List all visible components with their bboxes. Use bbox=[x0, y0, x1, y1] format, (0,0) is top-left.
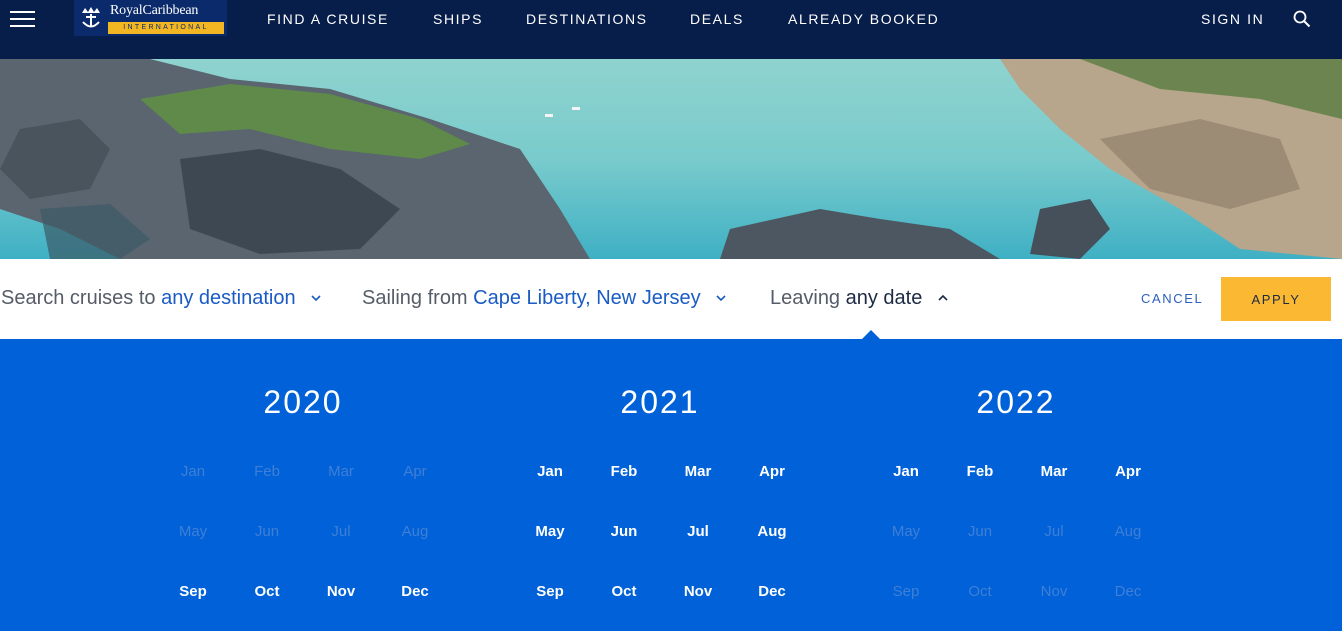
month-apr-2021[interactable]: Apr bbox=[742, 463, 802, 480]
month-dec-2020[interactable]: Dec bbox=[385, 583, 445, 600]
brand-name: RoyalCaribbean bbox=[110, 3, 199, 18]
month-sep-2020[interactable]: Sep bbox=[163, 583, 223, 600]
nav-destinations[interactable]: DESTINATIONS bbox=[526, 11, 648, 27]
nav-already-booked[interactable]: ALREADY BOOKED bbox=[788, 11, 939, 27]
month-mar-2021[interactable]: Mar bbox=[668, 463, 728, 480]
month-apr-2020: Apr bbox=[403, 463, 427, 480]
month-may-2022: May bbox=[891, 523, 921, 540]
month-feb-2020: Feb bbox=[254, 463, 280, 480]
crown-anchor-icon bbox=[74, 0, 108, 36]
destination-value: any destination bbox=[161, 287, 296, 309]
port-value: Cape Liberty, New Jersey bbox=[473, 287, 701, 309]
month-jan-2021[interactable]: Jan bbox=[520, 463, 580, 480]
month-nov-2021[interactable]: Nov bbox=[668, 583, 728, 600]
year-title: 2021 bbox=[620, 384, 700, 420]
chevron-down-icon bbox=[311, 295, 321, 301]
month-oct-2020[interactable]: Oct bbox=[237, 583, 297, 600]
cancel-button[interactable]: CANCEL bbox=[1141, 291, 1203, 306]
departure-port-filter[interactable]: Sailing from Cape Liberty, New Jersey bbox=[362, 287, 726, 310]
month-apr-2022[interactable]: Apr bbox=[1098, 463, 1158, 480]
chevron-down-icon bbox=[716, 295, 726, 301]
hero-image bbox=[0, 59, 1342, 259]
month-jan-2020: Jan bbox=[180, 463, 206, 480]
nav-deals[interactable]: DEALS bbox=[690, 11, 744, 27]
month-sep-2021[interactable]: Sep bbox=[520, 583, 580, 600]
month-picker: 2020 Jan Feb Mar Apr May Jun Jul Aug Sep Oct Nov Dec… bbox=[0, 339, 1342, 631]
month-nov-2020[interactable]: Nov bbox=[311, 583, 371, 600]
month-may-2021[interactable]: May bbox=[520, 523, 580, 540]
month-feb-2021[interactable]: Feb bbox=[594, 463, 654, 480]
month-jun-2020: Jun bbox=[254, 523, 280, 540]
month-jul-2022: Jul bbox=[1044, 523, 1064, 540]
search-icon[interactable] bbox=[1293, 10, 1311, 28]
sign-in-link[interactable]: SIGN IN bbox=[1201, 11, 1264, 27]
month-oct-2021[interactable]: Oct bbox=[594, 583, 654, 600]
top-navigation: RoyalCaribbean INTERNATIONAL FIND A CRUI… bbox=[0, 0, 1342, 59]
year-title: 2020 bbox=[263, 384, 343, 420]
month-jul-2021[interactable]: Jul bbox=[668, 523, 728, 540]
month-jan-2022[interactable]: Jan bbox=[876, 463, 936, 480]
date-filter[interactable]: Leaving any date bbox=[770, 287, 948, 310]
month-dec-2021[interactable]: Dec bbox=[742, 583, 802, 600]
month-jul-2020: Jul bbox=[331, 523, 351, 540]
month-mar-2022[interactable]: Mar bbox=[1024, 463, 1084, 480]
apply-button[interactable]: APPLY bbox=[1221, 277, 1331, 321]
brand-subtitle: INTERNATIONAL bbox=[108, 22, 224, 34]
nav-find-a-cruise[interactable]: FIND A CRUISE bbox=[267, 11, 389, 27]
destination-prefix: Search cruises to bbox=[1, 287, 156, 309]
chevron-up-icon bbox=[938, 295, 948, 301]
month-sep-2022: Sep bbox=[892, 583, 920, 600]
date-value: any date bbox=[845, 287, 923, 309]
month-feb-2022[interactable]: Feb bbox=[950, 463, 1010, 480]
nav-ships[interactable]: SHIPS bbox=[433, 11, 483, 27]
port-prefix: Sailing from bbox=[362, 287, 468, 309]
month-aug-2021[interactable]: Aug bbox=[742, 523, 802, 540]
month-jun-2021[interactable]: Jun bbox=[594, 523, 654, 540]
search-filter-bar: Search cruises to any destination Sailin… bbox=[0, 259, 1342, 339]
month-nov-2022: Nov bbox=[1040, 583, 1068, 600]
month-jun-2022: Jun bbox=[967, 523, 993, 540]
month-aug-2022: Aug bbox=[1114, 523, 1142, 540]
year-title: 2022 bbox=[976, 384, 1056, 420]
destination-filter[interactable]: Search cruises to any destination bbox=[1, 287, 321, 310]
month-dec-2022: Dec bbox=[1114, 583, 1142, 600]
month-may-2020: May bbox=[178, 523, 208, 540]
menu-icon[interactable] bbox=[10, 11, 35, 27]
date-prefix: Leaving bbox=[770, 287, 841, 309]
dropdown-pointer bbox=[862, 330, 880, 339]
brand-logo[interactable]: RoyalCaribbean INTERNATIONAL bbox=[74, 0, 227, 36]
month-mar-2020: Mar bbox=[328, 463, 354, 480]
month-oct-2022: Oct bbox=[968, 583, 992, 600]
month-aug-2020: Aug bbox=[401, 523, 429, 540]
